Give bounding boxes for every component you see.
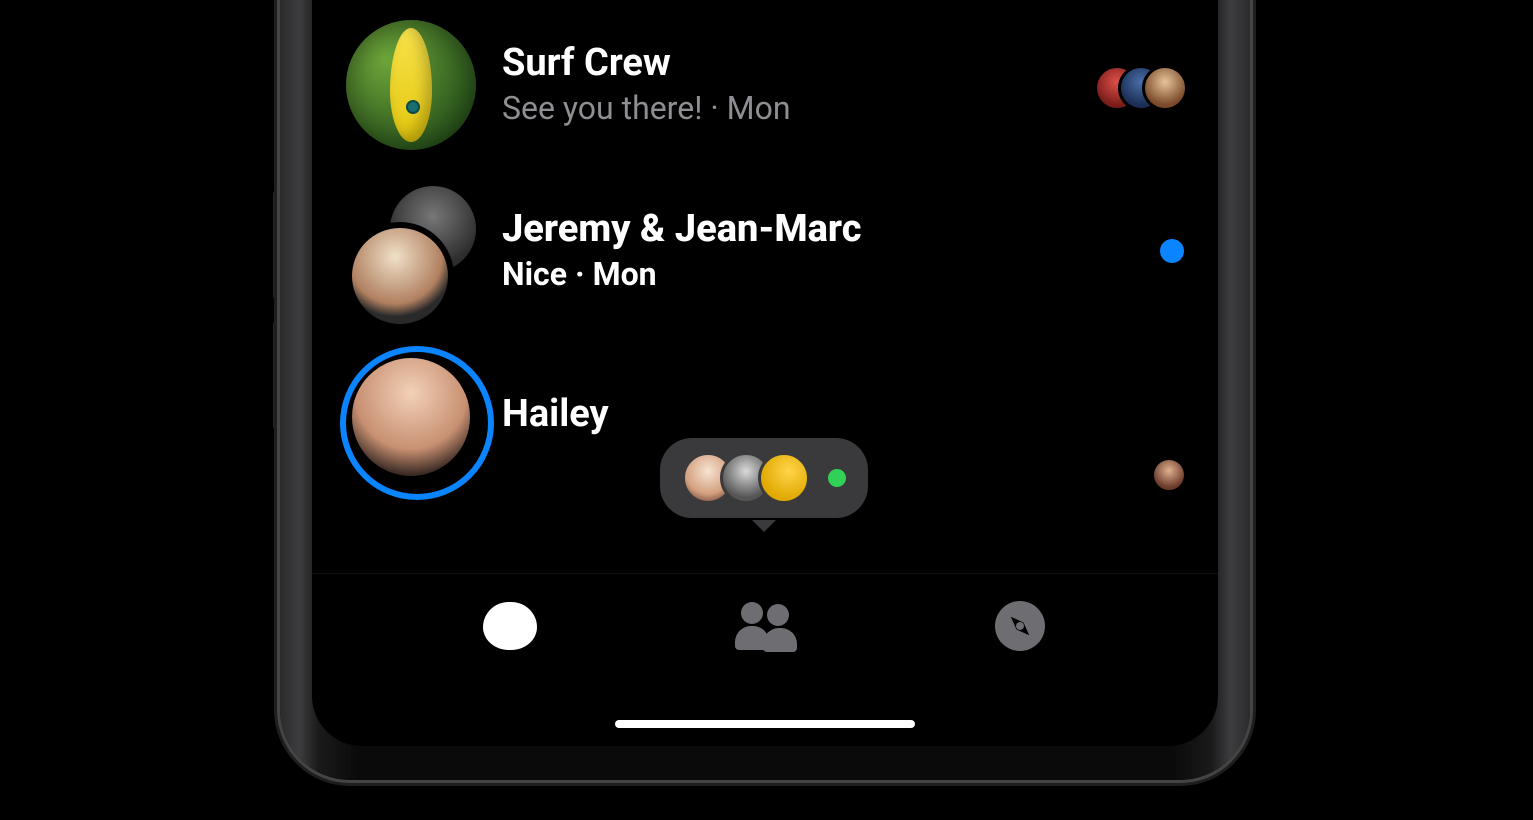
avatar-image (346, 222, 454, 330)
avatar (346, 20, 476, 150)
chat-bubble-icon (483, 602, 537, 650)
preview-text: Nice (502, 255, 567, 293)
chat-row[interactable]: Jeremy & Jean-Marc Nice · Mon (312, 168, 1218, 334)
chat-text: Hailey (502, 394, 1128, 440)
tab-people[interactable] (735, 596, 795, 656)
chat-preview: Nice · Mon (502, 255, 1134, 293)
chat-text: Jeremy & Jean-Marc Nice · Mon (502, 209, 1134, 293)
preview-time: Mon (727, 89, 791, 127)
read-avatar (1154, 460, 1184, 490)
stage: K sounds good · 8:24am Surf Crew Se (0, 0, 1533, 820)
chat-title: Surf Crew (502, 43, 1068, 85)
read-avatar (1142, 65, 1188, 111)
avatar-image (352, 358, 470, 476)
avatar (346, 186, 476, 316)
preview-time: Mon (593, 255, 657, 293)
avatar (346, 352, 476, 482)
surfboard-icon (390, 28, 432, 142)
chat-preview: See you there! · Mon (502, 89, 1068, 127)
chat-title: Hailey (502, 394, 1128, 436)
tab-discover[interactable] (990, 596, 1050, 656)
compass-icon (995, 601, 1045, 651)
phone-screen: K sounds good · 8:24am Surf Crew Se (312, 0, 1218, 746)
preview-text: See you there! (502, 89, 702, 127)
separator: · (702, 89, 726, 127)
home-indicator[interactable] (615, 720, 915, 728)
avatar-image (346, 20, 476, 150)
tab-chats[interactable] (480, 596, 540, 656)
read-receipts (1094, 65, 1184, 105)
chat-row[interactable]: Surf Crew See you there! · Mon (312, 2, 1218, 168)
chat-list: K sounds good · 8:24am Surf Crew Se (312, 0, 1218, 636)
active-now-popover[interactable] (660, 438, 868, 518)
tab-bar (312, 573, 1218, 746)
active-avatar (758, 452, 810, 504)
people-icon (735, 602, 795, 650)
chat-text: Surf Crew See you there! · Mon (502, 43, 1068, 127)
unread-dot-icon (1160, 239, 1184, 263)
online-dot-icon (828, 469, 846, 487)
phone-frame: K sounds good · 8:24am Surf Crew Se (280, 0, 1250, 780)
chat-title: Jeremy & Jean-Marc (502, 209, 1134, 251)
separator: · (567, 255, 593, 293)
